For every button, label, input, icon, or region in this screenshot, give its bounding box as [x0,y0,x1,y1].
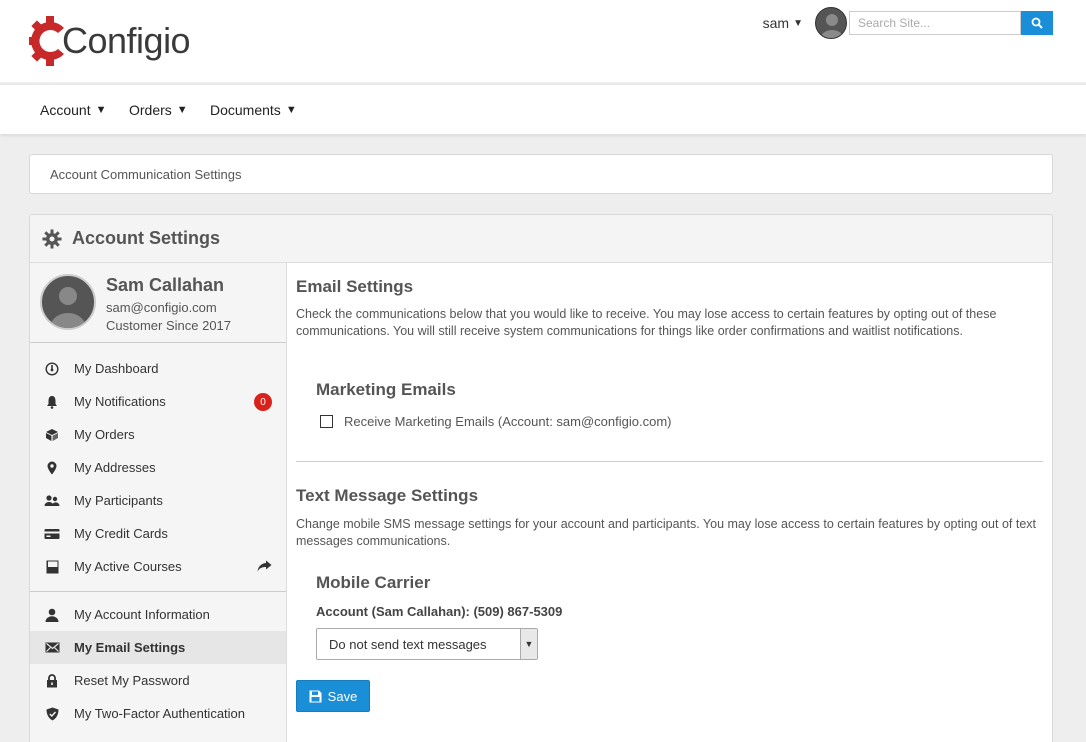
brand-name: Configio [62,20,191,61]
nav-documents-label: Documents [210,102,281,118]
search-button[interactable] [1021,11,1053,35]
sidebar-item-reset-password[interactable]: Reset My Password [30,664,286,697]
user-avatar[interactable] [815,7,847,39]
caret-down-icon: ▼ [285,104,297,116]
email-settings-description: Check the communications below that you … [296,307,997,338]
marketing-emails-checkbox-label[interactable]: Receive Marketing Emails (Account: sam@c… [344,414,671,429]
breadcrumb: Account Communication Settings [29,154,1053,194]
box-icon [44,427,60,443]
sidebar-item-label: My Orders [74,427,135,442]
sidebar-item-dashboard[interactable]: My Dashboard [30,352,286,385]
sidebar-item-label: My Account Information [74,607,210,622]
user-icon [44,607,60,623]
profile-card: Sam Callahan sam@configio.com Customer S… [30,263,286,343]
sidebar-item-label: My Two-Factor Authentication [74,706,246,721]
panel-title: Account Settings [72,228,221,248]
sidebar-item-label: My Active Courses [74,559,182,574]
mobile-carrier-select[interactable]: Do not send text messages ▼ [316,628,538,660]
sidebar-item-active-courses[interactable]: My Active Courses [30,550,286,583]
nav-account-label: Account [40,102,91,118]
bell-icon [44,394,60,410]
sidebar-item-label: My Notifications [74,394,166,409]
credit-card-icon [44,526,60,542]
panel-header: Account Settings [30,215,1052,263]
email-settings-heading: Email Settings [296,277,414,296]
account-settings-panel: Account Settings Sam Callahan sam@config… [29,214,1053,742]
breadcrumb-current: Account Communication Settings [50,167,242,182]
sidebar-item-addresses[interactable]: My Addresses [30,451,286,484]
profile-customer-since: Customer Since 2017 [106,318,232,333]
floppy-disk-icon [309,690,322,702]
sidebar-item-participants[interactable]: My Participants [30,484,286,517]
dashboard-icon [44,361,60,377]
caret-down-icon: ▼ [95,104,107,116]
save-button[interactable]: Save [296,680,370,712]
account-phone-label: Account (Sam Callahan): (509) 867-5309 [316,604,563,619]
sidebar-item-label: My Email Settings [74,640,186,655]
marketing-emails-checkbox[interactable] [320,415,333,428]
account-sidebar: Sam Callahan sam@configio.com Customer S… [30,263,287,742]
sidebar-item-label: Reset My Password [74,673,190,688]
configio-logo[interactable]: Configio [28,14,191,68]
site-header: Configio sam ▼ [0,0,1086,82]
profile-avatar [40,274,96,330]
sidebar-item-label: My Addresses [74,460,156,475]
caret-down-icon[interactable]: ▼ [793,18,803,29]
mobile-carrier-heading: Mobile Carrier [316,573,431,592]
profile-email: sam@configio.com [106,300,217,315]
envelope-icon [44,640,60,656]
sidebar-divider [30,591,286,592]
sidebar-item-account-information[interactable]: My Account Information [30,598,286,631]
sidebar-item-orders[interactable]: My Orders [30,418,286,451]
map-pin-icon [44,460,60,476]
email-settings-content: Email Settings Check the communications … [288,263,1052,742]
sidebar-item-credit-cards[interactable]: My Credit Cards [30,517,286,550]
search-input[interactable] [849,11,1021,35]
sidebar-account-menu: My Account Information My Email Settings… [30,598,286,730]
profile-name: Sam Callahan [106,275,225,295]
nav-documents[interactable]: Documents ▼ [210,102,297,118]
marketing-emails-heading: Marketing Emails [316,380,456,399]
nav-account[interactable]: Account ▼ [40,102,106,118]
chevron-down-icon: ▼ [520,629,537,659]
sidebar-item-label: My Dashboard [74,361,159,376]
notification-count-badge: 0 [254,393,272,411]
save-button-label: Save [327,688,358,704]
search-icon [1031,17,1043,29]
sidebar-item-email-settings[interactable]: My Email Settings [30,631,286,664]
person-silhouette-icon [820,14,844,38]
shield-icon [44,706,60,722]
book-icon [44,559,60,575]
text-message-settings-heading: Text Message Settings [296,486,479,505]
mobile-carrier-selected-value: Do not send text messages [329,636,487,652]
sidebar-item-two-factor[interactable]: My Two-Factor Authentication [30,697,286,730]
users-icon [44,493,60,509]
nav-orders-label: Orders [129,102,172,118]
lock-icon [44,673,60,689]
sidebar-menu: My Dashboard My Notifications 0 My Order… [30,343,286,583]
user-menu-name[interactable]: sam [763,15,789,31]
sidebar-item-label: My Participants [74,493,163,508]
caret-down-icon: ▼ [176,104,188,116]
sidebar-item-notifications[interactable]: My Notifications 0 [30,385,286,418]
person-silhouette-icon [50,287,86,328]
main-nav: Account ▼ Orders ▼ Documents ▼ [0,84,1086,134]
section-divider [296,461,1043,462]
share-arrow-icon[interactable] [257,560,272,575]
sidebar-item-label: My Credit Cards [74,526,168,541]
user-area: sam ▼ [763,7,1053,39]
nav-orders[interactable]: Orders ▼ [129,102,188,118]
text-message-settings-description: Change mobile SMS message settings for y… [296,517,1036,548]
gear-icon [42,229,62,248]
